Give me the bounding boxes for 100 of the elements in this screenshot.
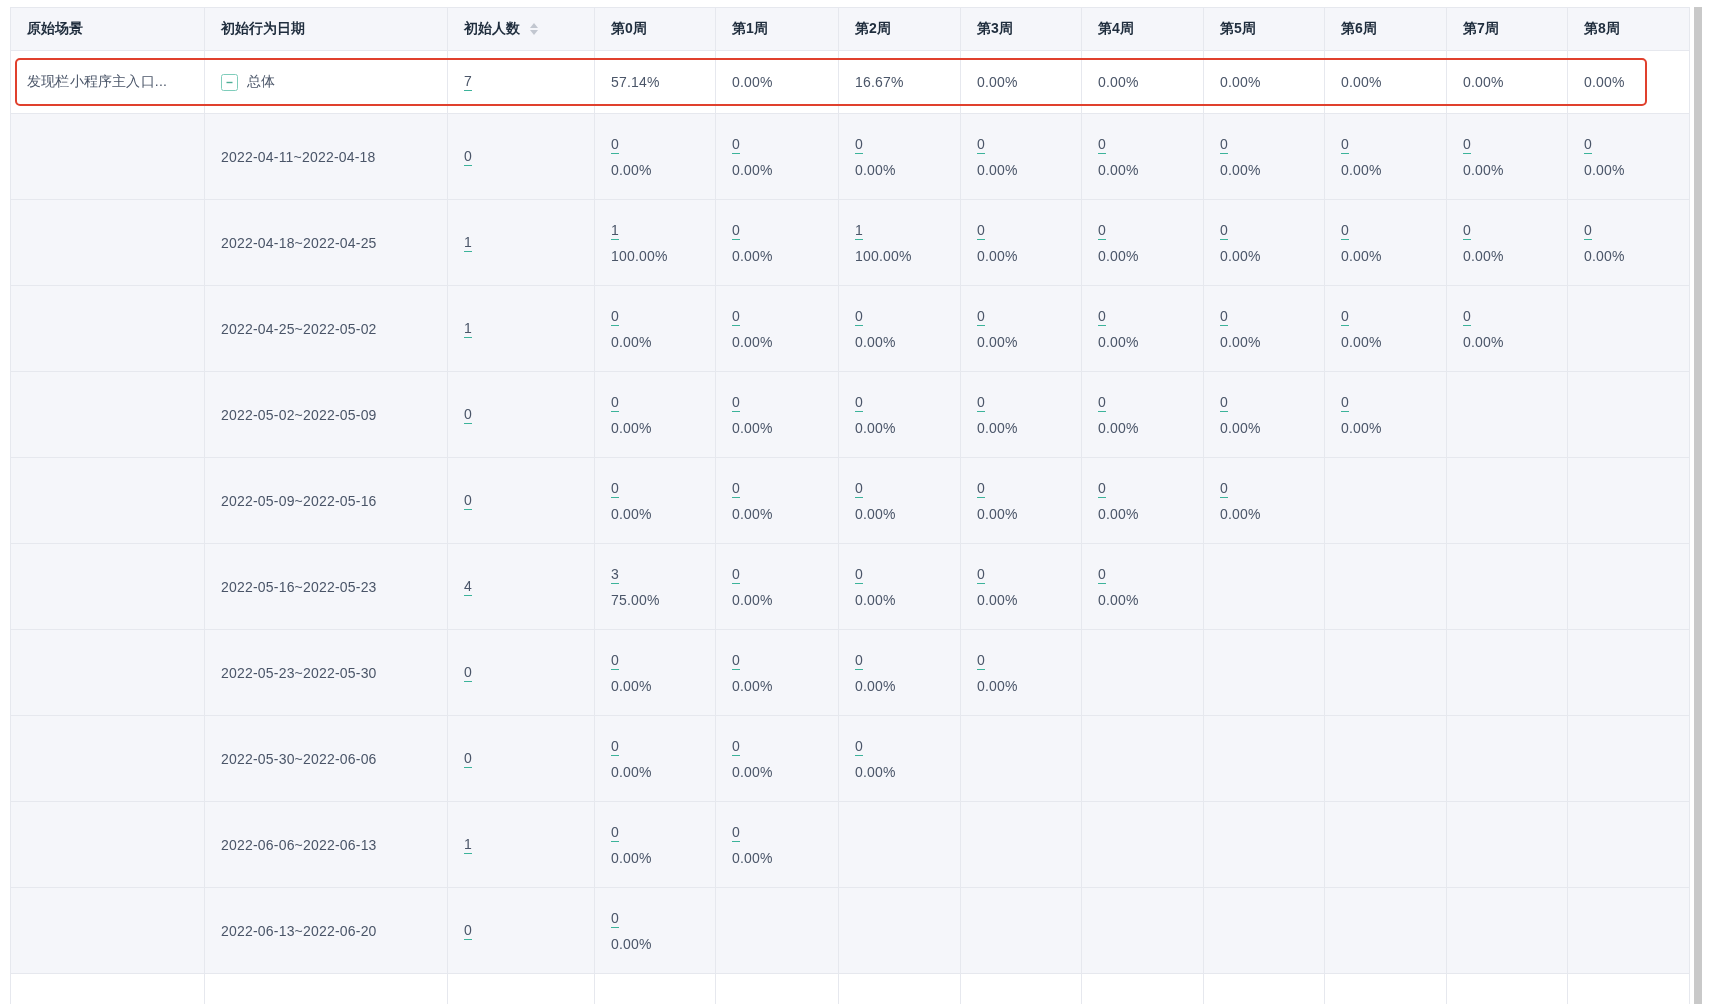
count-link[interactable]: 0: [611, 909, 619, 928]
sort-icon[interactable]: [530, 23, 538, 35]
count-link[interactable]: 1: [464, 233, 472, 252]
retention-rate: 75.00%: [611, 591, 660, 608]
count-link[interactable]: 0: [732, 307, 740, 326]
count-link[interactable]: 0: [464, 921, 472, 940]
count-link[interactable]: 0: [1341, 307, 1349, 326]
count-link[interactable]: 0: [977, 135, 985, 154]
count-link[interactable]: 0: [1220, 393, 1228, 412]
retention-rate: 0.00%: [977, 419, 1018, 436]
retention-rate: 0.00%: [1098, 333, 1139, 350]
count-link[interactable]: 0: [464, 749, 472, 768]
count-link[interactable]: 4: [464, 577, 472, 596]
count-link[interactable]: 7: [464, 73, 472, 91]
count-link[interactable]: 0: [1584, 135, 1592, 154]
retention-rate: 0.00%: [732, 333, 773, 350]
retention-rate: 0.00%: [1220, 161, 1261, 178]
count-link[interactable]: 0: [611, 479, 619, 498]
count-link[interactable]: 0: [1098, 393, 1106, 412]
count-link[interactable]: 0: [732, 651, 740, 670]
count-link[interactable]: 0: [977, 307, 985, 326]
count-link[interactable]: 0: [1220, 221, 1228, 240]
count-link[interactable]: 0: [1220, 135, 1228, 154]
retention-rate: 0.00%: [1098, 74, 1139, 90]
retention-rate: 0.00%: [611, 505, 652, 522]
count-link[interactable]: 0: [464, 147, 472, 166]
retention-rate: 0.00%: [855, 591, 896, 608]
count-link[interactable]: 0: [611, 393, 619, 412]
count-link[interactable]: 0: [855, 135, 863, 154]
retention-rate: 0.00%: [977, 505, 1018, 522]
count-link[interactable]: 0: [611, 307, 619, 326]
count-link[interactable]: 0: [732, 135, 740, 154]
retention-rate: 0.00%: [1584, 74, 1625, 90]
count-link[interactable]: 0: [611, 823, 619, 842]
retention-rate: 0.00%: [611, 763, 652, 780]
retention-rate: 0.00%: [732, 247, 773, 264]
count-link[interactable]: 0: [1098, 135, 1106, 154]
count-link[interactable]: 0: [855, 565, 863, 584]
count-link[interactable]: 0: [732, 221, 740, 240]
count-link[interactable]: 0: [464, 491, 472, 510]
count-link[interactable]: 0: [977, 479, 985, 498]
count-link[interactable]: 0: [855, 737, 863, 756]
retention-rate: 0.00%: [1584, 161, 1625, 178]
retention-rate: 0.00%: [611, 161, 652, 178]
count-link[interactable]: 0: [1098, 565, 1106, 584]
count-link[interactable]: 0: [1463, 221, 1471, 240]
retention-rate: 0.00%: [732, 419, 773, 436]
count-link[interactable]: 0: [1098, 221, 1106, 240]
count-link[interactable]: 0: [1463, 307, 1471, 326]
retention-rate: 0.00%: [1098, 591, 1139, 608]
count-link[interactable]: 0: [1463, 135, 1471, 154]
count-link[interactable]: 0: [611, 651, 619, 670]
count-link[interactable]: 0: [1341, 393, 1349, 412]
retention-rate: 0.00%: [732, 505, 773, 522]
retention-rate: 0.00%: [977, 677, 1018, 694]
column-header: 第7周: [1463, 20, 1499, 38]
count-link[interactable]: 0: [732, 393, 740, 412]
count-link[interactable]: 0: [611, 737, 619, 756]
date-range: 2022-06-13~2022-06-20: [221, 922, 377, 939]
scrollbar[interactable]: [1694, 7, 1702, 1004]
retention-rate: 0.00%: [732, 763, 773, 780]
count-link[interactable]: 1: [611, 221, 619, 240]
count-link[interactable]: 0: [1098, 307, 1106, 326]
count-link[interactable]: 0: [732, 565, 740, 584]
count-link[interactable]: 0: [1341, 135, 1349, 154]
date-range: 2022-04-25~2022-05-02: [221, 320, 377, 337]
retention-rate: 0.00%: [1220, 74, 1261, 90]
retention-rate: 100.00%: [611, 247, 668, 264]
count-link[interactable]: 0: [977, 565, 985, 584]
count-link[interactable]: 0: [855, 307, 863, 326]
count-link[interactable]: 0: [977, 393, 985, 412]
retention-rate: 0.00%: [855, 161, 896, 178]
retention-rate: 57.14%: [611, 74, 660, 90]
retention-rate: 0.00%: [855, 419, 896, 436]
count-link[interactable]: 0: [611, 135, 619, 154]
count-link[interactable]: 0: [977, 221, 985, 240]
collapse-icon[interactable]: [221, 73, 238, 91]
count-link[interactable]: 0: [464, 663, 472, 682]
summary-label: 总体: [247, 73, 276, 91]
count-link[interactable]: 1: [855, 221, 863, 240]
count-link[interactable]: 0: [732, 737, 740, 756]
count-link[interactable]: 0: [1341, 221, 1349, 240]
count-link[interactable]: 0: [855, 651, 863, 670]
count-link[interactable]: 0: [732, 823, 740, 842]
count-link[interactable]: 0: [1220, 307, 1228, 326]
count-link[interactable]: 1: [464, 835, 472, 854]
count-link[interactable]: 0: [977, 651, 985, 670]
count-link[interactable]: 0: [732, 479, 740, 498]
retention-rate: 0.00%: [732, 161, 773, 178]
count-link[interactable]: 1: [464, 319, 472, 338]
count-link[interactable]: 0: [1098, 479, 1106, 498]
count-link[interactable]: 0: [1220, 479, 1228, 498]
retention-rate: 0.00%: [611, 677, 652, 694]
count-link[interactable]: 0: [464, 405, 472, 424]
count-link[interactable]: 0: [1584, 221, 1592, 240]
count-link[interactable]: 0: [855, 393, 863, 412]
column-header: 第3周: [977, 20, 1013, 38]
retention-rate: 100.00%: [855, 247, 912, 264]
count-link[interactable]: 3: [611, 565, 619, 584]
count-link[interactable]: 0: [855, 479, 863, 498]
